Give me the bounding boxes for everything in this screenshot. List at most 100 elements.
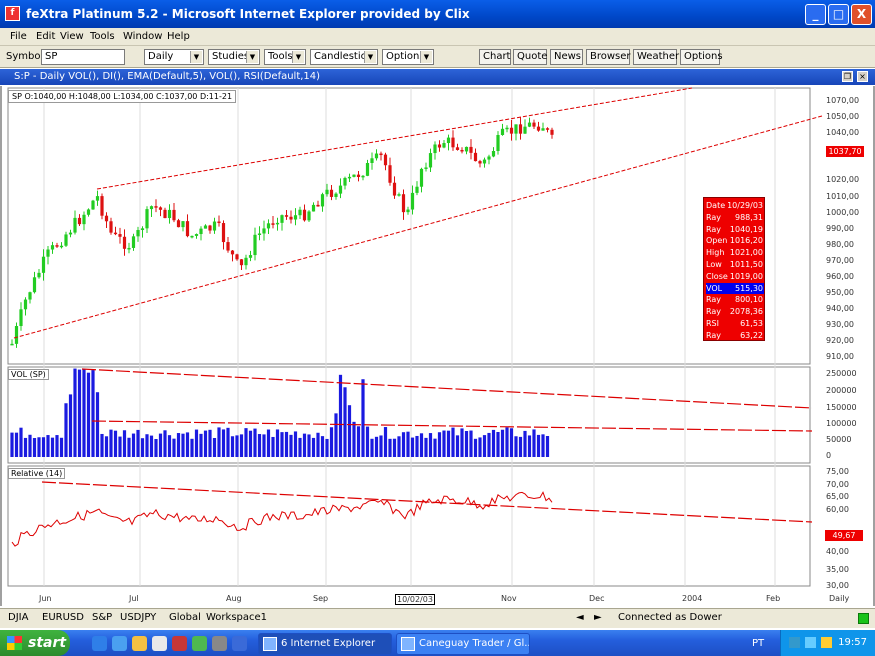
data-window-value: 515,30 xyxy=(735,283,763,293)
candle-body xyxy=(149,206,154,210)
volume-bar xyxy=(307,434,311,457)
tray-app-icon[interactable] xyxy=(821,637,832,648)
volume-bar xyxy=(334,413,338,457)
folder-quicklaunch-icon[interactable] xyxy=(132,636,147,651)
volume-icon[interactable] xyxy=(805,637,816,648)
candle-body xyxy=(298,209,302,216)
volume-bar xyxy=(172,438,176,457)
tab-workspace1[interactable]: Workspace1 xyxy=(206,612,267,623)
volume-bar xyxy=(397,436,401,457)
minimize-button[interactable]: _ xyxy=(805,4,826,25)
candle-body xyxy=(289,216,293,220)
data-window-value: 1021,00 xyxy=(729,248,763,258)
candlestick-dropdown[interactable]: Candlestick ▼ xyxy=(310,49,378,65)
volume-bar xyxy=(352,421,356,457)
candle-body xyxy=(10,343,14,346)
task-trader-label: Caneguay Trader / Gl... xyxy=(419,638,530,649)
volume-bar xyxy=(464,431,469,457)
candle-body xyxy=(347,176,352,179)
candle-body xyxy=(212,221,217,231)
quote-button[interactable]: Quote xyxy=(513,49,547,65)
candle-body xyxy=(226,242,230,251)
tab-scroll-right-icon[interactable]: ► xyxy=(594,612,602,623)
tab-scroll-left-icon[interactable]: ◄ xyxy=(576,612,584,623)
volume-bar xyxy=(37,437,41,457)
tab-djia[interactable]: DJIA xyxy=(8,612,28,623)
price-tick-label: 1050,00 xyxy=(826,112,860,121)
data-window-row: Ray 63,22 xyxy=(706,330,764,341)
options-button[interactable]: Options xyxy=(680,49,723,65)
mail-quicklaunch-icon[interactable] xyxy=(152,636,167,651)
chevron-down-icon: ▼ xyxy=(420,51,432,63)
candle-body xyxy=(320,194,325,207)
start-button[interactable]: start xyxy=(0,630,70,656)
studies-dropdown[interactable]: Studies ▼ xyxy=(208,49,260,65)
volume-bar xyxy=(487,432,491,457)
browser-button[interactable]: Browser xyxy=(586,49,631,65)
data-window-row: Ray 1040,19 xyxy=(706,224,764,235)
candle-body xyxy=(266,223,271,229)
candle-body xyxy=(496,135,500,152)
data-window-row: Date 10/29/03 xyxy=(706,200,764,211)
menu-edit[interactable]: Edit xyxy=(36,31,55,42)
volume-bar xyxy=(163,430,167,457)
tools-label: Tools xyxy=(268,51,293,62)
candle-body xyxy=(302,209,307,221)
chart-svg[interactable] xyxy=(2,86,873,606)
menu-help[interactable]: Help xyxy=(167,31,190,42)
candle-body xyxy=(293,215,298,220)
app4-quicklaunch-icon[interactable] xyxy=(232,636,247,651)
candle-body xyxy=(545,128,550,130)
menu-view[interactable]: View xyxy=(60,31,84,42)
options-dropdown[interactable]: Options ▼ xyxy=(382,49,434,65)
tab-usdjpy[interactable]: USDJPY xyxy=(120,612,156,623)
candle-body xyxy=(86,209,91,215)
period-dropdown[interactable]: Daily ▼ xyxy=(144,49,204,65)
candle-body xyxy=(14,326,19,344)
app2-quicklaunch-icon[interactable] xyxy=(192,636,207,651)
close-chart-button[interactable]: × xyxy=(857,71,868,82)
volume-bar xyxy=(284,431,289,457)
symbol-label: Symbol xyxy=(6,51,44,62)
task-trader[interactable]: Caneguay Trader / Gl... xyxy=(396,633,530,655)
chart-area[interactable] xyxy=(0,86,875,606)
time-tick-label: Daily xyxy=(829,594,850,603)
chart-button[interactable]: Chart xyxy=(479,49,511,65)
app3-quicklaunch-icon[interactable] xyxy=(212,636,227,651)
desktop-quicklaunch-icon[interactable] xyxy=(112,636,127,651)
candle-body xyxy=(181,221,185,228)
data-window-key: VOL xyxy=(706,283,723,293)
restore-chart-button[interactable]: ❐ xyxy=(842,71,853,82)
data-window-value: 1011,50 xyxy=(729,260,763,269)
ie-quicklaunch-icon[interactable] xyxy=(92,636,107,651)
tab-eurusd[interactable]: EURUSD xyxy=(42,612,84,623)
menu-window[interactable]: Window xyxy=(123,31,162,42)
close-button[interactable]: X xyxy=(851,4,872,25)
tab-global[interactable]: Global xyxy=(169,612,201,623)
candle-body xyxy=(523,126,527,134)
data-window-value: 800,10 xyxy=(735,295,763,305)
volume-bar xyxy=(419,433,424,457)
candle-body xyxy=(41,256,46,273)
network-icon[interactable] xyxy=(789,637,800,648)
symbol-input[interactable]: SP xyxy=(41,49,125,65)
maximize-button[interactable]: □ xyxy=(828,4,849,25)
menu-file[interactable]: File xyxy=(10,31,27,42)
candle-body xyxy=(163,209,167,219)
volume-bar xyxy=(136,429,140,457)
chevron-down-icon: ▼ xyxy=(190,51,202,63)
news-button[interactable]: News xyxy=(550,49,583,65)
candle-body xyxy=(379,153,383,156)
tab-sp[interactable]: S&P xyxy=(92,612,112,623)
task-internet-explorer[interactable]: 6 Internet Explorer xyxy=(258,633,392,655)
clock: 19:57 xyxy=(838,637,867,648)
candle-body xyxy=(235,254,239,260)
price-tick-label: 970,00 xyxy=(826,256,854,265)
app-quicklaunch-icon[interactable] xyxy=(172,636,187,651)
menu-tools[interactable]: Tools xyxy=(90,31,115,42)
candle-body xyxy=(248,255,253,258)
candle-body xyxy=(532,122,536,127)
weather-button[interactable]: Weather xyxy=(633,49,679,65)
language-indicator[interactable]: PT xyxy=(752,638,764,649)
tools-dropdown[interactable]: Tools ▼ xyxy=(264,49,306,65)
